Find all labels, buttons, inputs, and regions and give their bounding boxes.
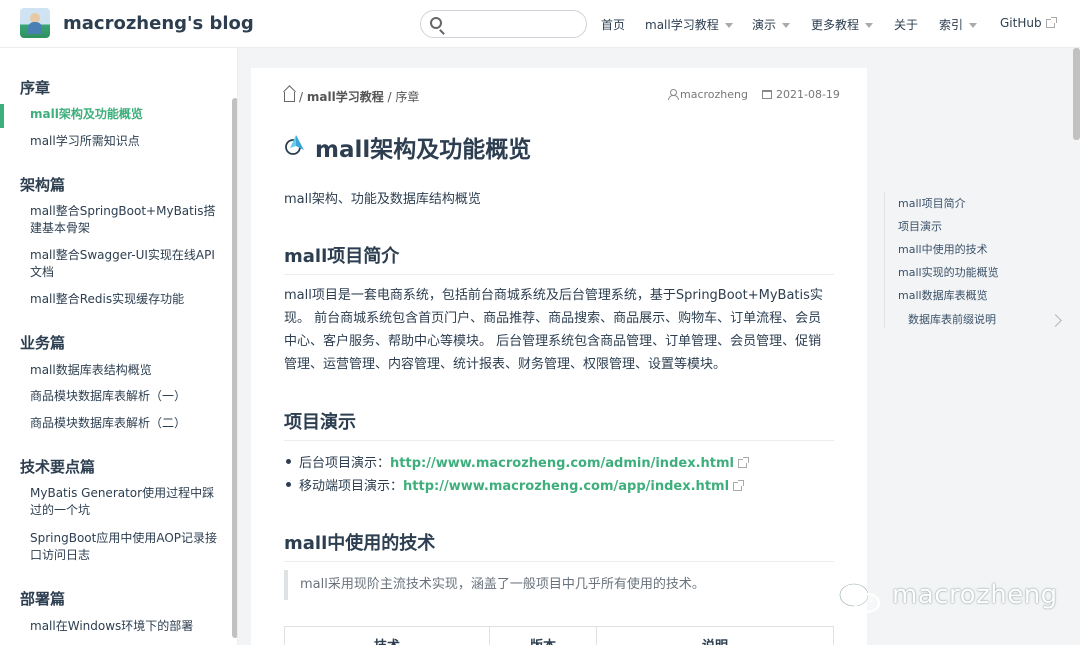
nav-demo[interactable]: 演示 [752,16,791,33]
heading-project-demo: 项目演示 [284,408,834,441]
toc-item-tech[interactable]: mall中使用的技术 [898,241,988,257]
chevron-down-icon [724,23,733,28]
chevron-down-icon [865,23,874,28]
list-item: 后台项目演示：http://www.macrozheng.com/admin/i… [286,452,749,471]
site-logo[interactable] [20,8,50,38]
sidebar-group-title[interactable]: 技术要点篇 [20,456,95,477]
user-icon [668,89,679,100]
sidebar-group-title[interactable]: 架构篇 [20,174,65,195]
project-intro-paragraph: mall项目是一套电商系统，包括前台商城系统及后台管理系统，基于SpringBo… [284,288,823,372]
home-icon[interactable] [284,92,295,102]
sidebar-scrollbar[interactable] [232,98,237,638]
sidebar-item-db-overview[interactable]: mall数据库表结构概览 [30,362,225,379]
list-item: 移动端项目演示：http://www.macrozheng.com/app/in… [285,475,745,494]
external-link-icon [737,457,749,468]
heading-tech-stack: mall中使用的技术 [284,529,834,562]
toc-item-features[interactable]: mall实现的功能概览 [898,264,999,280]
external-link-icon [733,480,745,491]
toc-item-db-prefix[interactable]: 数据库表前缀说明 [908,311,996,327]
chevron-down-icon [969,23,978,28]
chevron-down-icon [782,23,791,28]
date-meta: 2021-08-19 [762,88,840,101]
page-scrollbar[interactable] [1073,48,1080,140]
sidebar-active-indicator [0,104,4,128]
toc-item-db-overview[interactable]: mall数据库表概览 [898,287,988,303]
watermark-text: macrozheng [892,580,1058,610]
app-demo-link[interactable]: http://www.macrozheng.com/app/index.html [403,479,729,494]
nav-home[interactable]: 首页 [601,16,625,33]
article-description: mall架构、功能及数据库结构概览 [284,192,481,207]
table-header-version: 版本 [490,627,597,645]
search-input[interactable] [449,14,579,34]
wechat-icon [838,582,881,614]
sidebar-item-aop-log[interactable]: SpringBoot应用中使用AOP记录接口访问日志 [30,530,225,564]
sidebar-group-title[interactable]: 业务篇 [20,332,65,353]
sidebar-item-springboot-mybatis[interactable]: mall整合SpringBoot+MyBatis搭建基本骨架 [30,203,225,237]
heading-project-intro: mall项目简介 [284,242,834,275]
breadcrumb-page[interactable]: 序章 [395,90,419,104]
sidebar: 序章 mall架构及功能概览 mall学习所需知识点 架构篇 mall整合Spr… [0,48,238,645]
breadcrumb-section[interactable]: mall学习教程 [307,90,384,104]
table-of-contents [884,192,1064,328]
nav-more-tutorials[interactable]: 更多教程 [811,16,874,33]
search-box[interactable] [420,10,587,38]
admin-demo-link[interactable]: http://www.macrozheng.com/admin/index.ht… [390,456,734,471]
table-header-desc: 说明 [597,627,833,645]
breadcrumb: / mall学习教程 / 序章 [284,88,419,105]
search-icon [430,17,442,29]
author-meta: macrozheng [668,88,748,101]
nav-github[interactable]: GitHub [1000,16,1057,30]
table-header-tech: 技术 [285,627,490,645]
site-name[interactable]: macrozheng's blog [63,13,254,34]
tech-table: 技术 版本 说明 [284,626,834,645]
tech-quote: mall采用现阶主流技术实现，涵盖了一般项目中几乎所有使用的技术。 [284,570,834,600]
sidebar-group-title[interactable]: 部署篇 [20,588,65,609]
sidebar-item-product-db-2[interactable]: 商品模块数据库表解析（二） [30,415,225,432]
toc-item-project-intro[interactable]: mall项目简介 [898,195,966,211]
nav-mall-tutorial[interactable]: mall学习教程 [645,16,733,33]
nav-about[interactable]: 关于 [894,16,918,33]
external-link-icon [1045,17,1057,28]
top-navbar: macrozheng's blog 首页 mall学习教程 演示 更多教程 关于… [0,0,1080,48]
sidebar-item-knowledge-points[interactable]: mall学习所需知识点 [30,133,225,150]
sidebar-item-redis[interactable]: mall整合Redis实现缓存功能 [30,291,225,308]
sidebar-item-mall-architecture[interactable]: mall架构及功能概览 [30,106,225,123]
sidebar-item-product-db-1[interactable]: 商品模块数据库表解析（一） [30,388,225,405]
sidebar-item-windows-deploy[interactable]: mall在Windows环境下的部署 [30,618,225,635]
sidebar-item-mybatis-generator[interactable]: MyBatis Generator使用过程中踩过的一个坑 [30,485,225,519]
nav-index[interactable]: 索引 [939,16,978,33]
page-title-icon [285,135,304,155]
calendar-icon [762,90,772,99]
page-title: mall架构及功能概览 [315,137,532,163]
sidebar-item-swagger[interactable]: mall整合Swagger-UI实现在线API文档 [30,247,225,281]
toc-item-project-demo[interactable]: 项目演示 [898,218,942,234]
sidebar-group-title[interactable]: 序章 [20,77,50,98]
